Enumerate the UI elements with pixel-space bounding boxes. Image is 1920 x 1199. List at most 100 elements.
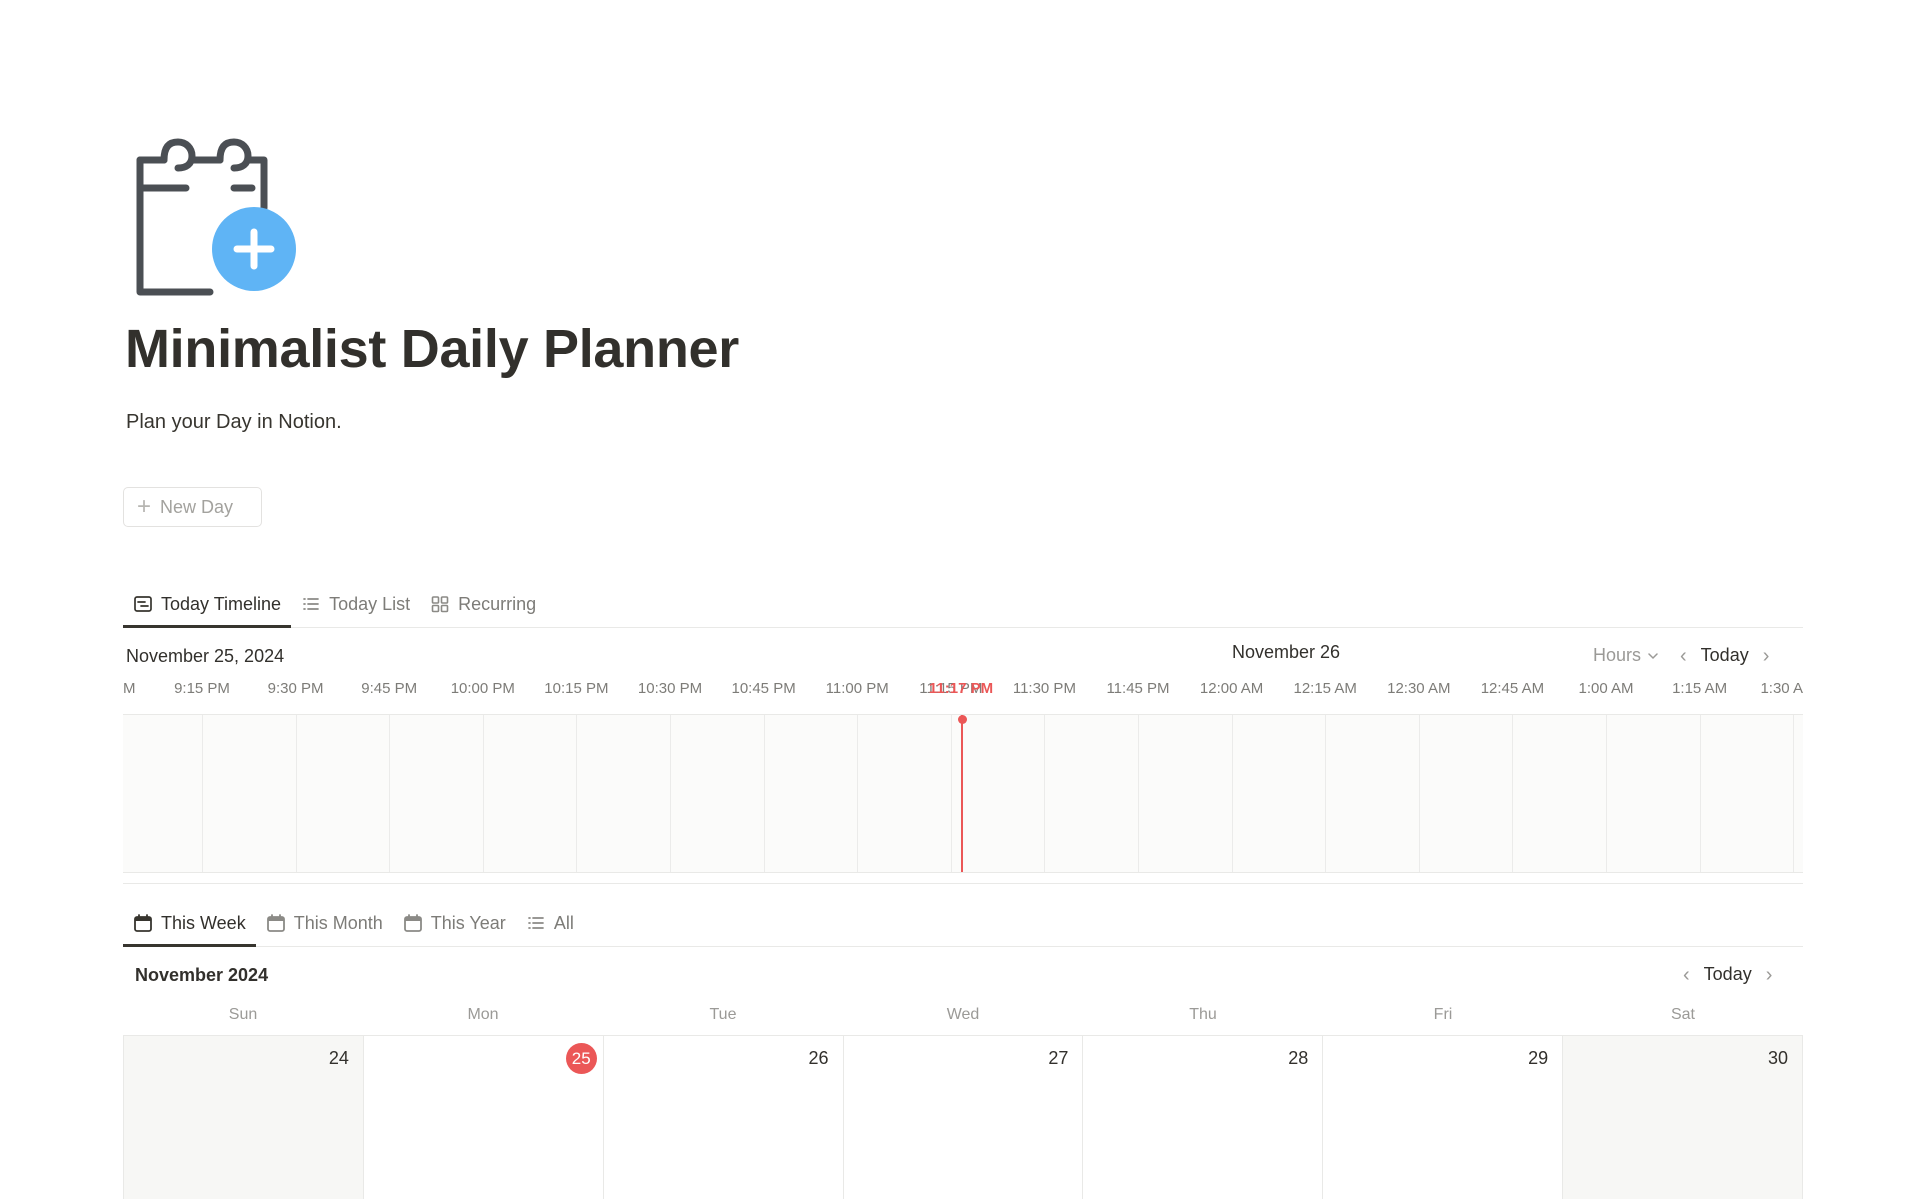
time-header: 11:00 PM xyxy=(825,680,889,697)
timeline-gridline xyxy=(857,715,859,872)
time-header: 12:00 AM xyxy=(1199,680,1264,697)
chevron-right-icon[interactable]: › xyxy=(1766,965,1773,985)
timeline-today-button[interactable]: Today xyxy=(1701,645,1749,666)
tab-today-timeline[interactable]: Today Timeline xyxy=(123,581,292,628)
timeline-icon xyxy=(134,596,152,612)
timeline-grid[interactable] xyxy=(123,714,1803,873)
weekday-header: Sun xyxy=(228,1006,258,1023)
calendar-icon xyxy=(134,914,152,932)
calendar-add-icon[interactable] xyxy=(134,132,300,298)
tab-today-list[interactable]: Today List xyxy=(291,581,420,627)
timeline-gridline xyxy=(1793,715,1795,872)
current-time-line xyxy=(961,715,963,872)
tab-this-year[interactable]: This Year xyxy=(393,900,516,946)
tab-label: Today List xyxy=(329,593,411,614)
timeline-gridline xyxy=(1231,715,1233,872)
time-header: 10:45 PM xyxy=(731,680,796,697)
calendar-day-cell[interactable]: 29 xyxy=(1323,1036,1564,1199)
timeline-gridline xyxy=(763,715,765,872)
time-header: 9:15 PM xyxy=(174,680,230,697)
tab-label: This Month xyxy=(293,912,383,933)
list-icon xyxy=(303,598,319,610)
time-header: 10:30 PM xyxy=(637,680,703,697)
timeline-gridline xyxy=(670,715,671,872)
calendar-month: November 2024 xyxy=(135,965,269,985)
weekday-header: Wed xyxy=(946,1006,980,1023)
time-header-partial: 1:30 A xyxy=(1760,680,1803,697)
tab-label: Recurring xyxy=(458,593,537,614)
timeline-gridline xyxy=(576,715,578,872)
tab-all[interactable]: All xyxy=(516,900,584,946)
calendar-day-cell[interactable]: 24 xyxy=(124,1036,364,1199)
calendar-nav: ‹ Today › xyxy=(1683,964,1772,985)
calendar-today-button[interactable]: Today xyxy=(1704,964,1752,985)
timeline-view-tabs: Today Timeline Today List Recurring xyxy=(123,581,1803,628)
time-header: 10:15 PM xyxy=(544,680,609,697)
page-title: Minimalist Daily Planner xyxy=(125,319,739,379)
timeline-gridline xyxy=(1044,715,1046,872)
calendar-day-cell[interactable]: 26 xyxy=(603,1036,844,1199)
calendar-week-grid: 24 25 26 27 28 29 30 xyxy=(123,1035,1804,1199)
timeline-gridline xyxy=(1512,715,1514,872)
day-number: 29 xyxy=(1528,1048,1549,1068)
calendar-icon xyxy=(266,914,285,932)
timeline-gridline xyxy=(1138,715,1139,872)
tab-label: All xyxy=(553,912,574,933)
gallery-icon xyxy=(431,596,449,613)
timeline-gridline xyxy=(482,715,484,872)
calendar-day-cell[interactable]: 27 xyxy=(843,1036,1084,1199)
time-header-partial: M xyxy=(123,680,136,697)
weekday-header: Tue xyxy=(709,1006,737,1023)
plus-icon: + xyxy=(137,493,152,520)
zoom-value: Hours xyxy=(1593,645,1642,665)
time-header: 11:45 PM xyxy=(1106,680,1170,697)
today-date-badge: 25 xyxy=(565,1043,597,1074)
tab-recurring[interactable]: Recurring xyxy=(420,581,546,627)
tab-this-month[interactable]: This Month xyxy=(256,900,393,946)
calendar-day-cell[interactable]: 25 xyxy=(363,1036,604,1199)
timeline-gridline xyxy=(950,715,952,872)
timeline-gridline xyxy=(1699,715,1701,872)
time-header: 9:30 PM xyxy=(267,680,324,697)
list-icon xyxy=(527,917,544,929)
calendar-weekday-headers: Sun Mon Tue Wed Thu Fri Sat xyxy=(123,1006,1803,1028)
tab-label: This Week xyxy=(161,912,246,933)
timeline-next-date: November 26 xyxy=(1232,642,1341,662)
timeline-gridline xyxy=(389,715,391,872)
time-header: 10:00 PM xyxy=(450,680,515,697)
day-number: 30 xyxy=(1767,1048,1789,1068)
timeline-date: November 25, 2024 xyxy=(126,646,285,666)
new-day-button[interactable]: + New Day xyxy=(123,487,262,527)
chevron-left-icon[interactable]: ‹ xyxy=(1683,965,1690,985)
day-number: 27 xyxy=(1048,1048,1069,1068)
tab-this-week[interactable]: This Week xyxy=(123,900,256,947)
timeline-gridline xyxy=(1418,715,1420,872)
calendar-day-cell[interactable]: 30 xyxy=(1563,1036,1804,1199)
calendar-icon xyxy=(403,914,422,932)
zoom-select[interactable]: Hours xyxy=(1593,645,1659,666)
weekday-header: Mon xyxy=(467,1006,499,1023)
day-number: 28 xyxy=(1288,1048,1309,1068)
timeline-gridline xyxy=(1606,715,1607,872)
current-time-dot xyxy=(957,715,967,724)
weekday-header: Thu xyxy=(1189,1006,1217,1023)
timeline-gridline xyxy=(202,715,203,872)
new-day-label: New Day xyxy=(160,496,234,517)
chevron-right-icon[interactable]: › xyxy=(1763,646,1770,666)
tab-label: Today Timeline xyxy=(161,593,282,614)
time-header: 12:30 AM xyxy=(1387,680,1451,697)
weekday-header: Fri xyxy=(1433,1006,1453,1023)
timeline-gridline xyxy=(295,715,297,872)
calendar-day-cell[interactable]: 28 xyxy=(1083,1036,1324,1199)
day-number: 24 xyxy=(328,1048,349,1068)
time-header: 11:30 PM xyxy=(1012,680,1076,697)
time-header: 12:45 AM xyxy=(1480,680,1545,697)
day-number: 26 xyxy=(808,1048,829,1068)
timeline-gridline xyxy=(1325,715,1327,872)
chevron-left-icon[interactable]: ‹ xyxy=(1680,646,1687,666)
calendar-view-tabs: This Week This Month This Year All xyxy=(123,900,1803,947)
page: Minimalist Daily Planner Plan your Day i… xyxy=(0,0,1920,1199)
time-header: 1:15 AM xyxy=(1672,680,1728,697)
tab-label: This Year xyxy=(430,912,506,933)
time-header: 9:45 PM xyxy=(361,680,418,697)
